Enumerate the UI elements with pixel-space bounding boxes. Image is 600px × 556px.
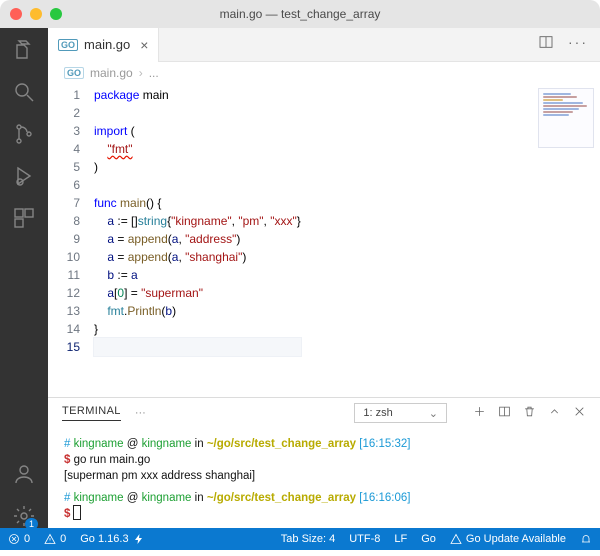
source-control-icon[interactable] (12, 122, 36, 146)
status-bar: 0 0 Go 1.16.3 Tab Size: 4 UTF-8 LF Go Go… (0, 528, 600, 550)
close-tab-icon[interactable]: × (140, 37, 148, 53)
close-window-button[interactable] (10, 8, 22, 20)
minimap[interactable] (538, 88, 594, 148)
terminal-cursor (74, 506, 80, 519)
trash-icon[interactable] (523, 405, 536, 421)
line-gutter: 1 2 3 4 5 6 7 8 9 10 11 12 13 14 15 (48, 84, 94, 397)
panel-more-icon[interactable]: ··· (135, 407, 146, 419)
maximize-window-button[interactable] (50, 8, 62, 20)
status-warnings[interactable]: 0 (44, 533, 66, 545)
status-go-update[interactable]: Go Update Available (450, 533, 566, 545)
status-tab-size[interactable]: Tab Size: 4 (281, 533, 335, 545)
window-title: main.go — test_change_array (0, 7, 600, 21)
close-panel-icon[interactable] (573, 405, 586, 421)
tab-bar: GO main.go × ··· (48, 28, 600, 62)
code-body[interactable]: package main import ( "fmt" ) func main(… (94, 84, 301, 397)
terminal-selector[interactable]: 1: zsh ⌄ (354, 403, 447, 423)
chevron-down-icon: ⌄ (429, 407, 438, 420)
warning-icon (450, 533, 462, 545)
status-eol[interactable]: LF (394, 533, 407, 545)
status-errors[interactable]: 0 (8, 533, 30, 545)
breadcrumb[interactable]: GO main.go › ... (48, 62, 600, 84)
terminal-panel: TERMINAL ··· 1: zsh ⌄ # kingname @ kingn… (48, 397, 600, 528)
accounts-icon[interactable] (12, 462, 36, 486)
status-notifications-icon[interactable] (580, 533, 592, 545)
chevron-right-icon: › (139, 66, 143, 80)
tab-filename: main.go (84, 37, 130, 52)
go-file-icon: GO (58, 39, 78, 51)
extensions-icon[interactable] (12, 206, 36, 230)
terminal-selector-label: 1: zsh (363, 407, 392, 419)
search-icon[interactable] (12, 80, 36, 104)
activity-bar: 1 (0, 28, 48, 528)
breadcrumb-rest: ... (149, 66, 159, 80)
go-file-icon: GO (64, 67, 84, 79)
minimize-window-button[interactable] (30, 8, 42, 20)
status-encoding[interactable]: UTF-8 (349, 533, 380, 545)
code-editor[interactable]: 1 2 3 4 5 6 7 8 9 10 11 12 13 14 15 pack… (48, 84, 600, 397)
explorer-icon[interactable] (12, 38, 36, 62)
lightning-icon (133, 533, 145, 545)
status-language[interactable]: Go (421, 533, 436, 545)
split-terminal-icon[interactable] (498, 405, 511, 421)
new-terminal-icon[interactable] (473, 405, 486, 421)
tab-main-go[interactable]: GO main.go × (48, 28, 159, 62)
breadcrumb-file: main.go (90, 66, 133, 80)
more-actions-icon[interactable]: ··· (568, 34, 588, 55)
traffic-lights (10, 8, 62, 20)
chevron-up-icon[interactable] (548, 405, 561, 421)
run-debug-icon[interactable] (12, 164, 36, 188)
titlebar: main.go — test_change_array (0, 0, 600, 28)
settings-gear-icon[interactable]: 1 (12, 504, 36, 528)
split-editor-icon[interactable] (538, 34, 554, 55)
terminal-output[interactable]: # kingname @ kingname in ~/go/src/test_c… (48, 428, 600, 528)
terminal-tab[interactable]: TERMINAL (62, 405, 121, 421)
status-go-version[interactable]: Go 1.16.3 (80, 533, 144, 545)
settings-badge: 1 (25, 518, 38, 530)
